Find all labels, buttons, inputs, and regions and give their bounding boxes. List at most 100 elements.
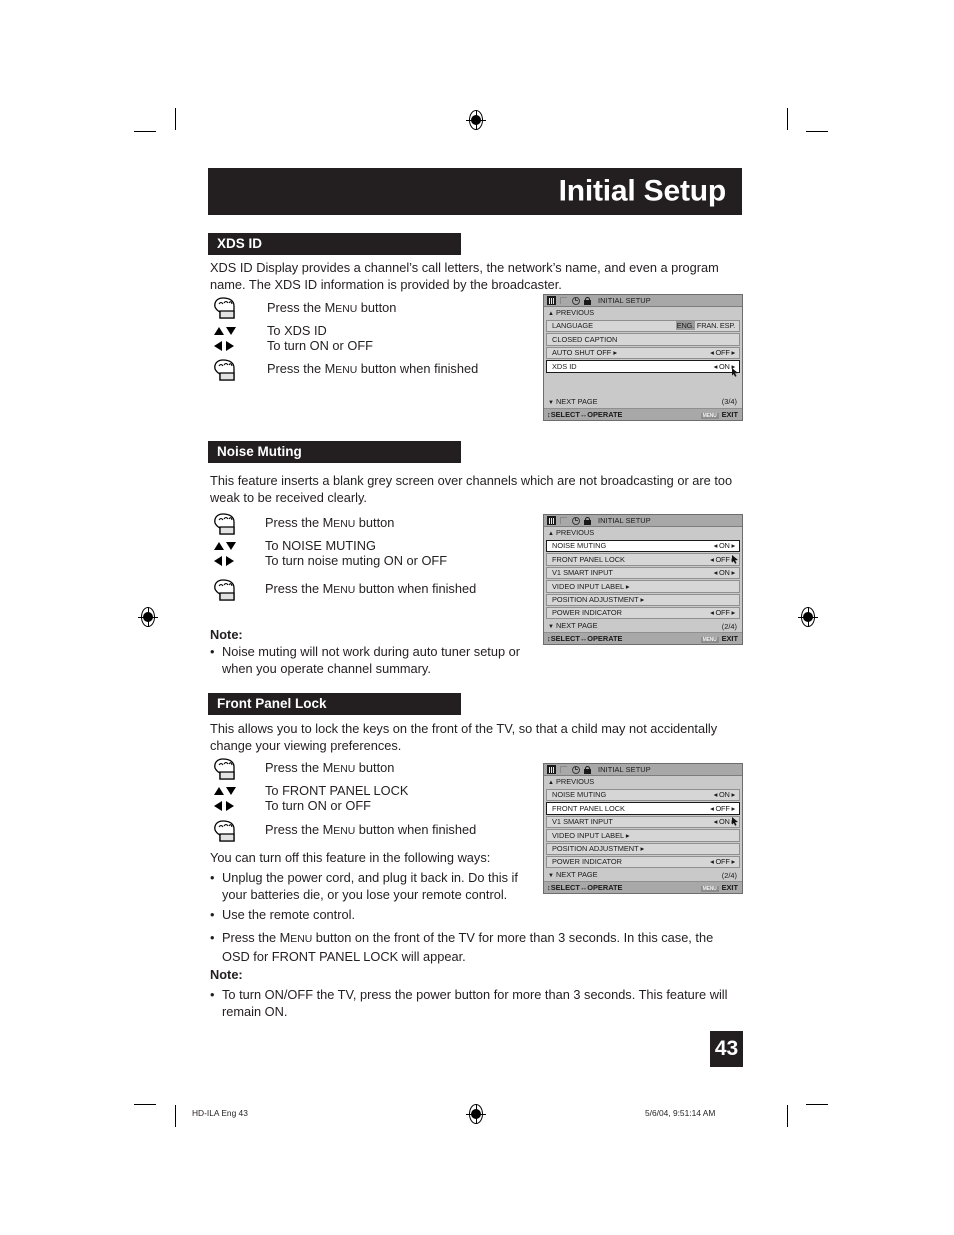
flag-icon[interactable] bbox=[559, 765, 568, 774]
picture-bars-icon[interactable] bbox=[547, 516, 556, 525]
section-header-noise-muting: Noise Muting bbox=[208, 441, 461, 463]
osd-row-front-panel-lock[interactable]: FRONT PANEL LOCK ◂ OFF ▸ bbox=[546, 553, 740, 566]
note-bullet-front-panel-lock: • To turn ON/OFF the TV, press the power… bbox=[210, 986, 730, 1020]
section-header-label: Front Panel Lock bbox=[217, 696, 327, 711]
osd-footer-operate: OPERATE bbox=[587, 409, 623, 419]
triangle-down-icon: ▼ bbox=[548, 399, 554, 406]
osd-row-noise-muting[interactable]: NOISE MUTING ◂ ON ▸ bbox=[546, 540, 740, 553]
osd-title-bar: INITIAL SETUP bbox=[544, 764, 742, 776]
hand-press-icon bbox=[211, 358, 239, 383]
osd-row-value[interactable]: ◂ OFF ▸ bbox=[710, 349, 735, 357]
osd-row-value[interactable]: ◂ ON ▸ bbox=[714, 791, 736, 799]
flag-icon[interactable] bbox=[559, 296, 568, 305]
front-panel-lock-osd[interactable]: INITIAL SETUP ▲ PREVIOUS NOISE MUTING ◂ O… bbox=[543, 763, 743, 895]
osd-row-video-input-label[interactable]: VIDEO INPUT LABEL ▸ bbox=[546, 580, 740, 593]
note-label-front-panel-lock: Note: bbox=[210, 967, 243, 982]
step-label-nm-press-menu-finished: Press the MENU button when finished bbox=[265, 580, 476, 599]
osd-row-label: POWER INDICATOR bbox=[552, 608, 622, 618]
osd-row-v1-smart-input[interactable]: V1 SMART INPUT ◂ ON ▸ bbox=[546, 815, 740, 829]
picture-bars-icon[interactable] bbox=[547, 765, 556, 774]
picture-bars-icon[interactable] bbox=[547, 296, 556, 305]
step-text-post: button when finished bbox=[355, 581, 477, 596]
osd-row-position-adjustment[interactable]: POSITION ADJUSTMENT ▸ bbox=[546, 842, 740, 855]
osd-next-page-row[interactable]: ▼ NEXT PAGE (2/4) bbox=[544, 869, 742, 881]
section-body-xds-id: XDS ID Display provides a channel’s call… bbox=[210, 260, 719, 292]
osd-row-xds-id[interactable]: XDS ID ◂ ON ▸ bbox=[546, 360, 740, 373]
osd-row-v1-smart-input[interactable]: V1 SMART INPUT ◂ ON ▸ bbox=[546, 566, 740, 580]
osd-row-language[interactable]: LANGUAGE ENG. FRAN. ESP. bbox=[546, 320, 740, 333]
osd-row-label: FRONT PANEL LOCK bbox=[552, 803, 625, 813]
step-label-fpl-turn-on-off: To turn ON or OFF bbox=[265, 798, 371, 813]
arrows-up-down-icon bbox=[212, 540, 238, 554]
way-bullet-press-menu: • Press the MENU button on the front of … bbox=[210, 929, 742, 965]
step-label-nm-turn-on-off: To turn noise muting ON or OFF bbox=[265, 553, 448, 568]
osd-row-value[interactable]: ◂ OFF ▸ bbox=[710, 858, 735, 866]
step-text-smallcaps: ENU bbox=[335, 365, 358, 376]
osd-cursor-arrow-icon bbox=[731, 364, 738, 377]
osd-next-page-row[interactable]: ▼ NEXT PAGE (2/4) bbox=[544, 620, 742, 632]
osd-row-auto-shut-off[interactable]: AUTO SHUT OFF ▸ ◂ OFF ▸ bbox=[546, 346, 740, 360]
osd-row-value[interactable]: ENG. FRAN. ESP. bbox=[675, 321, 735, 331]
osd-footer-operate: OPERATE bbox=[587, 883, 623, 893]
clock-icon[interactable] bbox=[571, 296, 580, 305]
osd-row-value[interactable]: ◂ ON ▸ bbox=[714, 542, 736, 550]
printer-footer-right: 5/6/04, 9:51:14 AM bbox=[645, 1108, 716, 1118]
step-text: Press the M bbox=[267, 361, 336, 376]
step-text-smallcaps: ENU bbox=[335, 304, 358, 315]
noise-muting-osd[interactable]: INITIAL SETUP ▲ PREVIOUS NOISE MUTING ◂ O… bbox=[543, 514, 743, 646]
osd-row-closed-caption[interactable]: CLOSED CAPTION bbox=[546, 333, 740, 346]
note-bullet-noise-muting: • Noise muting will not work during auto… bbox=[210, 643, 530, 677]
osd-row-label: POSITION ADJUSTMENT ▸ bbox=[552, 844, 645, 854]
osd-previous-row[interactable]: ▲ PREVIOUS bbox=[544, 776, 742, 788]
registration-mark-right bbox=[798, 607, 818, 627]
triangle-up-icon: ▲ bbox=[548, 780, 554, 786]
arrows-up-down-icon bbox=[212, 325, 238, 339]
osd-row-power-indicator[interactable]: POWER INDICATOR ◂ OFF ▸ bbox=[546, 606, 740, 620]
osd-footer-bar: ↕SELECT↔OPERATE MENU EXIT bbox=[544, 407, 742, 420]
osd-row-video-input-label[interactable]: VIDEO INPUT LABEL ▸ bbox=[546, 829, 740, 842]
lock-icon[interactable] bbox=[583, 516, 592, 525]
osd-title: INITIAL SETUP bbox=[598, 765, 651, 774]
xds-id-osd[interactable]: INITIAL SETUP ▲ PREVIOUS LANGUAGE ENG. FR… bbox=[543, 294, 743, 421]
step-text: Press the M bbox=[265, 581, 334, 596]
bullet-glyph-icon: • bbox=[210, 930, 215, 945]
osd-row-label: POWER INDICATOR bbox=[552, 857, 622, 867]
osd-row-value[interactable]: ◂ ON ▸ bbox=[714, 569, 736, 577]
osd-menu-key-badge: MENU bbox=[700, 412, 719, 419]
osd-menu-key-badge: MENU bbox=[700, 637, 719, 644]
osd-next-page-row[interactable]: ▼ NEXT PAGE (3/4) bbox=[544, 396, 742, 408]
osd-row-label: VIDEO INPUT LABEL ▸ bbox=[552, 581, 630, 591]
hand-press-icon bbox=[211, 578, 239, 603]
step-label-fpl-press-menu: Press the MENU button bbox=[265, 759, 394, 778]
osd-row-label: LANGUAGE bbox=[552, 321, 594, 331]
osd-row-position-adjustment[interactable]: POSITION ADJUSTMENT ▸ bbox=[546, 593, 740, 606]
section-body-front-panel-lock: This allows you to lock the keys on the … bbox=[210, 721, 718, 753]
bullet-glyph-icon: • bbox=[210, 644, 215, 659]
osd-row-noise-muting[interactable]: NOISE MUTING ◂ ON ▸ bbox=[546, 789, 740, 802]
osd-title-bar: INITIAL SETUP bbox=[544, 515, 742, 527]
clock-icon[interactable] bbox=[571, 516, 580, 525]
osd-row-power-indicator[interactable]: POWER INDICATOR ◂ OFF ▸ bbox=[546, 855, 740, 869]
osd-previous-label: PREVIOUS bbox=[555, 528, 595, 537]
osd-blank-row bbox=[544, 374, 742, 385]
osd-row-front-panel-lock[interactable]: FRONT PANEL LOCK ◂ OFF ▸ bbox=[546, 802, 740, 815]
step-text-smallcaps: ENU bbox=[333, 585, 356, 596]
flag-icon[interactable] bbox=[559, 516, 568, 525]
osd-row-value[interactable]: ◂ OFF ▸ bbox=[710, 609, 735, 617]
crop-mark-top-left-horizontal bbox=[134, 131, 156, 132]
triangle-up-icon: ▲ bbox=[548, 531, 554, 537]
crop-mark-bottom-right-horizontal bbox=[806, 1104, 828, 1105]
bullet-glyph-icon: • bbox=[210, 987, 215, 1002]
crop-mark-bottom-right-vertical bbox=[787, 1105, 788, 1127]
note-bullet-text: To turn ON/OFF the TV, press the power b… bbox=[222, 987, 728, 1019]
page-title-banner: Initial Setup bbox=[208, 168, 742, 215]
clock-icon[interactable] bbox=[571, 765, 580, 774]
hand-press-icon bbox=[211, 512, 239, 537]
osd-previous-row[interactable]: ▲ PREVIOUS bbox=[544, 307, 742, 319]
osd-previous-row[interactable]: ▲ PREVIOUS bbox=[544, 527, 742, 539]
osd-row-value[interactable]: ◂ OFF ▸ bbox=[710, 804, 735, 812]
printer-footer-left: HD-ILA Eng 43 bbox=[192, 1108, 248, 1118]
lock-icon[interactable] bbox=[583, 296, 592, 305]
osd-row-label: V1 SMART INPUT bbox=[552, 817, 613, 827]
lock-icon[interactable] bbox=[583, 765, 592, 774]
